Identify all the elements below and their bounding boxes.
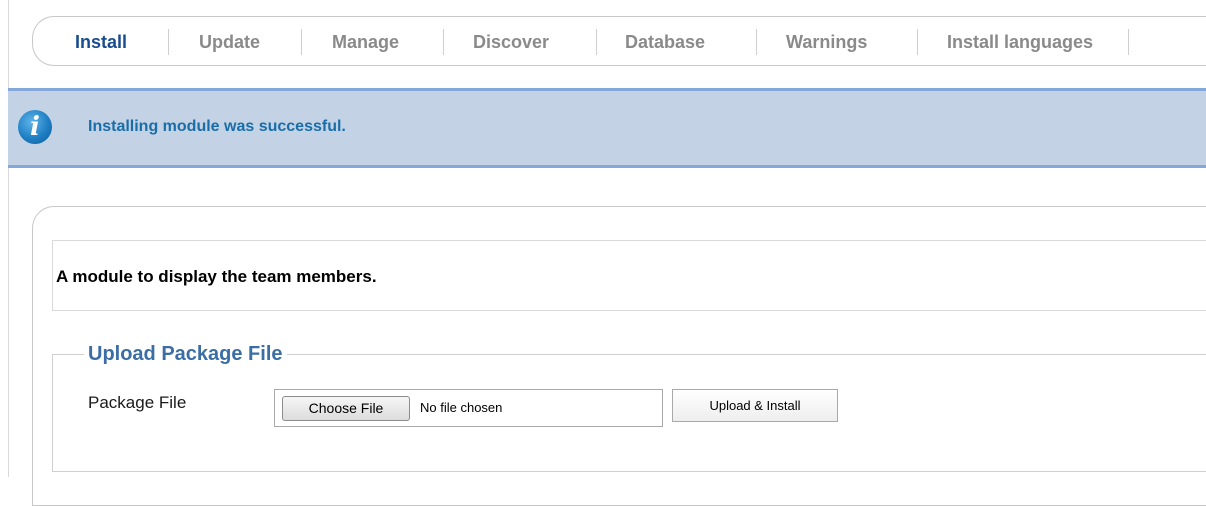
package-file-input[interactable]: Choose File No file chosen bbox=[274, 389, 663, 427]
tab-install-languages[interactable]: Install languages bbox=[947, 31, 1093, 53]
tab-separator bbox=[443, 29, 444, 55]
tab-separator bbox=[756, 29, 757, 55]
tab-warnings[interactable]: Warnings bbox=[786, 31, 867, 53]
system-message: i Installing module was successful. bbox=[8, 88, 1206, 168]
tab-install[interactable]: Install bbox=[75, 31, 127, 53]
tab-update[interactable]: Update bbox=[199, 31, 260, 53]
package-file-label: Package File bbox=[88, 393, 187, 412]
message-text: Installing module was successful. bbox=[88, 118, 346, 135]
tab-separator bbox=[1128, 29, 1129, 55]
no-file-chosen-text: No file chosen bbox=[420, 400, 503, 415]
submenu-tab-bar: Install Update Manage Discover Database … bbox=[32, 16, 1206, 66]
info-icon: i bbox=[18, 110, 52, 144]
module-description-box: A module to display the team members. bbox=[52, 240, 1206, 311]
tab-manage[interactable]: Manage bbox=[332, 31, 399, 53]
tab-discover[interactable]: Discover bbox=[473, 31, 549, 53]
upload-install-button[interactable]: Upload & Install bbox=[672, 389, 838, 422]
module-description: A module to display the team members. bbox=[56, 267, 377, 286]
upload-fieldset-legend: Upload Package File bbox=[84, 342, 287, 366]
page-left-border bbox=[8, 0, 9, 477]
tab-separator bbox=[168, 29, 169, 55]
tab-database[interactable]: Database bbox=[625, 31, 705, 53]
tab-separator bbox=[917, 29, 918, 55]
tab-separator bbox=[301, 29, 302, 55]
tab-separator bbox=[596, 29, 597, 55]
choose-file-button[interactable]: Choose File bbox=[282, 396, 410, 421]
